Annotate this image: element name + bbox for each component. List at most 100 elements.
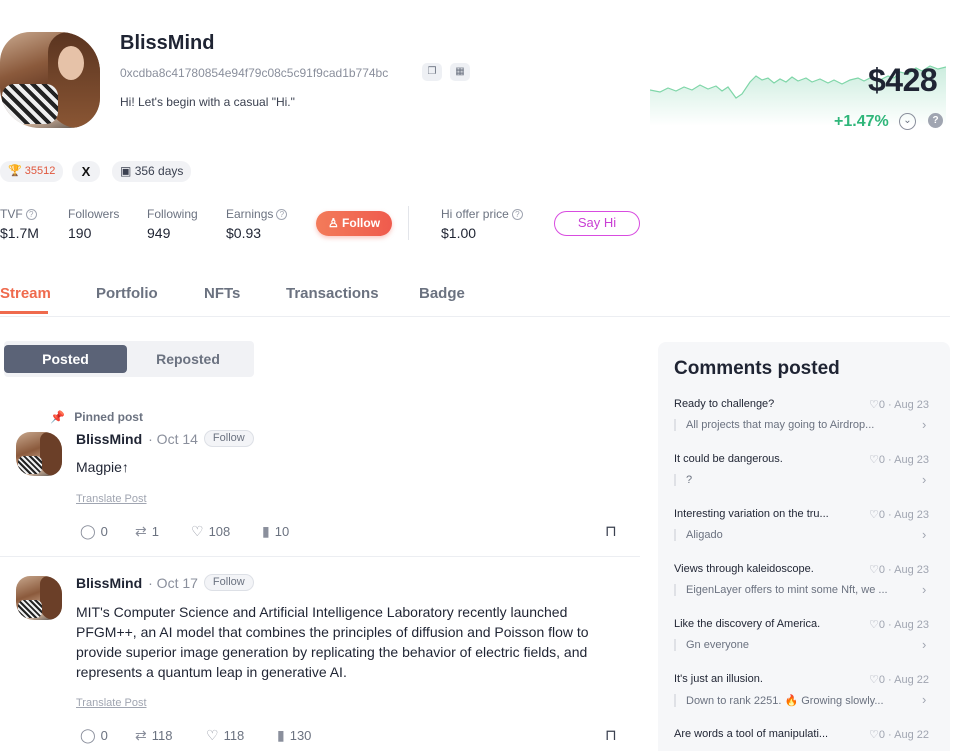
chevron-right-icon[interactable]: ›	[922, 527, 926, 542]
translate-post-link[interactable]: Translate Post	[76, 697, 147, 709]
info-icon[interactable]: ?	[276, 209, 288, 220]
trophy-icon: 🏆	[8, 165, 22, 177]
calendar-icon: ▣	[120, 164, 132, 178]
like-action[interactable]: ♡ 118	[206, 727, 244, 744]
stat-hi-offer-label: Hi offer price	[441, 207, 509, 221]
follow-button[interactable]: ♙ Follow	[316, 211, 392, 236]
comment-reply: All projects that may going to Airdrop..…	[674, 419, 906, 431]
stat-earnings-value: $0.93	[226, 225, 262, 241]
stat-hi-offer: Hi offer price? $1.00	[441, 207, 523, 241]
stat-following-value: 949	[147, 225, 171, 241]
comment-title: Like the discovery of America.	[674, 618, 821, 630]
qr-code-icon[interactable]: ▦	[450, 63, 470, 81]
repost-count: 118	[151, 728, 173, 743]
comment-title: Views through kaleidoscope.	[674, 563, 814, 575]
segment-reposted[interactable]: Reposted	[127, 345, 249, 373]
comment-title: It could be dangerous.	[674, 453, 783, 465]
like-action[interactable]: ♡ 108	[191, 523, 230, 540]
post-author[interactable]: BlissMind	[76, 575, 142, 591]
comment-meta: ♡0 · Aug 22	[869, 729, 930, 741]
tab-transactions[interactable]: Transactions	[286, 285, 379, 302]
tab-portfolio[interactable]: Portfolio	[96, 285, 158, 302]
comment-meta: ♡0 · Aug 23	[869, 399, 930, 411]
divider	[408, 206, 409, 240]
chevron-right-icon[interactable]: ›	[922, 417, 926, 432]
comment-meta: ♡0 · Aug 22	[869, 674, 930, 686]
like-count: 108	[208, 524, 231, 539]
comment-icon: ◯	[80, 727, 96, 743]
chevron-right-icon[interactable]: ›	[922, 637, 926, 652]
stat-tvf-value: $1.7M	[0, 225, 39, 241]
pinned-label: Pinned post	[74, 410, 143, 424]
info-icon[interactable]: ?	[25, 209, 37, 220]
stat-followers-value: 190	[68, 225, 92, 241]
repost-action[interactable]: ⇄ 118	[135, 727, 172, 744]
post-date: · Oct 14	[148, 430, 198, 447]
chevron-right-icon[interactable]: ›	[922, 582, 926, 597]
chevron-right-icon[interactable]: ›	[922, 692, 926, 707]
x-social-badge[interactable]: X	[72, 161, 100, 182]
tab-badge[interactable]: Badge	[419, 285, 465, 302]
comment-action[interactable]: ◯ 0	[80, 727, 108, 744]
chevron-down-icon[interactable]: ⌄	[899, 113, 916, 130]
post-follow-button[interactable]: Follow	[203, 430, 254, 447]
profile-bio: Hi! Let's begin with a casual "Hi."	[120, 95, 295, 109]
profile-avatar	[0, 32, 100, 128]
say-hi-button[interactable]: Say Hi	[554, 211, 640, 236]
comment-title: Are words a tool of manipulati...	[674, 728, 829, 740]
stat-following-label: Following	[147, 207, 198, 221]
post-follow-button[interactable]: Follow	[203, 574, 254, 591]
post-divider	[0, 556, 640, 557]
chevron-right-icon[interactable]: ›	[922, 472, 926, 487]
bookmark-icon[interactable]: ⊓	[605, 522, 617, 540]
account-age-badge: ▣ 356 days	[112, 161, 192, 182]
stat-tvf-label: TVF	[0, 207, 23, 221]
stat-followers[interactable]: Followers 190	[68, 207, 119, 241]
comment-title: Interesting variation on the tru...	[674, 508, 829, 520]
comment-count: 0	[100, 524, 108, 539]
comment-meta: ♡0 · Aug 23	[869, 564, 930, 576]
post-avatar[interactable]	[16, 432, 62, 476]
key-price: $428	[868, 62, 938, 98]
info-icon[interactable]: ?	[511, 209, 523, 220]
price-change: +1.47%	[834, 113, 889, 130]
repost-icon: ⇄	[135, 523, 147, 539]
trophy-count: 35512	[24, 165, 56, 177]
tab-stream[interactable]: Stream	[0, 285, 51, 302]
comment-reply: Gn everyone	[674, 639, 906, 651]
wallet-address: 0xcdba8c41780854e94f79c08c5c91f9cad1b774…	[120, 66, 389, 80]
like-count: 118	[223, 728, 245, 743]
comment-meta: ♡0 · Aug 23	[869, 619, 930, 631]
post-text: Magpie↑	[76, 459, 129, 475]
segment-posted[interactable]: Posted	[4, 345, 127, 373]
follow-button-label: Follow	[342, 216, 381, 230]
post-avatar[interactable]	[16, 576, 62, 620]
views-stat: ▮ 130	[277, 727, 311, 744]
heart-icon: ♡	[191, 523, 204, 539]
stat-following[interactable]: Following 949	[147, 207, 198, 241]
stat-earnings: Earnings? $0.93	[226, 207, 288, 241]
bar-chart-icon: ▮	[277, 727, 285, 743]
stat-earnings-label: Earnings	[226, 207, 274, 221]
help-icon[interactable]: ?	[928, 113, 943, 128]
post-author[interactable]: BlissMind	[76, 431, 142, 447]
stat-hi-offer-value: $1.00	[441, 225, 477, 241]
post-header: BlissMind · Oct 14 Follow	[76, 430, 254, 447]
post-date: · Oct 17	[148, 574, 198, 591]
bookmark-icon[interactable]: ⊓	[605, 726, 617, 744]
translate-post-link[interactable]: Translate Post	[76, 493, 147, 505]
comment-icon: ◯	[80, 523, 96, 539]
comment-count: 0	[100, 728, 108, 743]
copy-icon[interactable]: ❐	[422, 63, 442, 81]
comment-reply: EigenLayer offers to mint some Nft, we .…	[674, 584, 906, 596]
active-tab-indicator	[0, 311, 48, 314]
x-logo-icon: X	[81, 164, 91, 179]
repost-count: 1	[151, 524, 159, 539]
profile-name: BlissMind	[120, 32, 215, 54]
repost-action[interactable]: ⇄ 1	[135, 523, 159, 540]
tab-nfts[interactable]: NFTs	[204, 285, 240, 302]
comment-action[interactable]: ◯ 0	[80, 523, 108, 540]
comment-reply: ?	[674, 474, 906, 486]
view-count: 10	[274, 524, 290, 539]
tabs-divider	[0, 316, 950, 317]
